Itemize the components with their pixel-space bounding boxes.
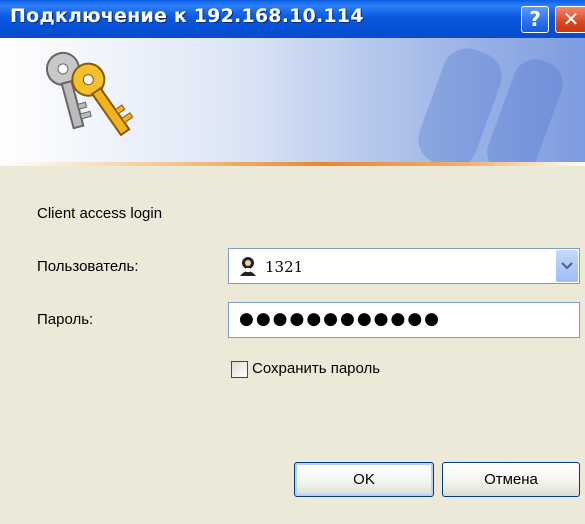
help-button[interactable]: ? <box>521 6 549 33</box>
keys-icon <box>45 51 134 137</box>
password-value: ●●●●●●●●●●●● <box>239 309 442 329</box>
cancel-button[interactable]: Отмена <box>442 462 580 497</box>
password-field[interactable]: ●●●●●●●●●●●● <box>228 302 580 338</box>
chevron-down-icon[interactable] <box>556 250 578 282</box>
username-combobox[interactable]: 1321 <box>228 248 580 284</box>
banner <box>0 38 585 163</box>
username-label: Пользователь: <box>37 258 139 275</box>
title-bar[interactable]: Подключение к 192.168.10.114 ? ✕ <box>0 0 585 38</box>
remember-password-checkbox[interactable] <box>231 361 248 378</box>
password-label: Пароль: <box>37 311 94 328</box>
login-dialog: Подключение к 192.168.10.114 ? ✕ Client … <box>0 0 585 524</box>
ok-button[interactable]: OK <box>294 462 434 497</box>
close-button[interactable]: ✕ <box>555 6 585 33</box>
window-title: Подключение к 192.168.10.114 <box>10 5 364 27</box>
remember-password-label[interactable]: Сохранить пароль <box>252 360 380 377</box>
prompt-text: Client access login <box>37 205 163 222</box>
username-value: 1321 <box>265 258 304 276</box>
user-icon <box>240 257 256 276</box>
